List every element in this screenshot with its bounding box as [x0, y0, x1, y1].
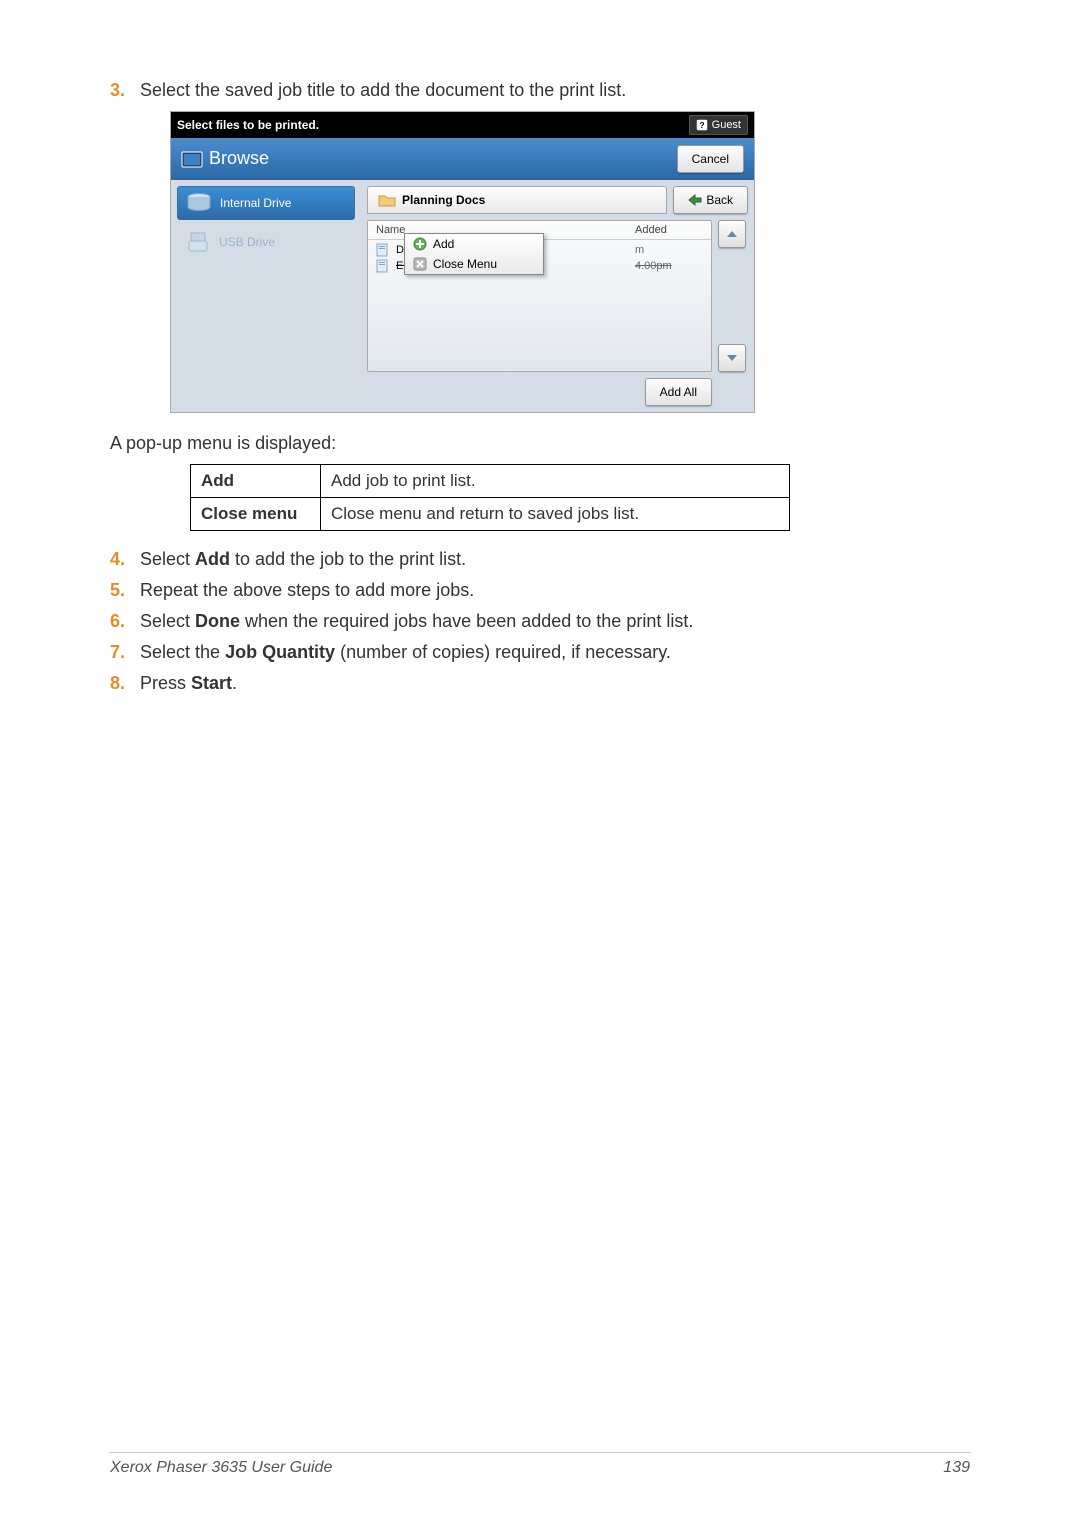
printer-browse-ui: Select files to be printed. ? Guest Brow… [170, 111, 755, 413]
step-number: 6. [110, 611, 140, 632]
step-number: 5. [110, 580, 140, 601]
step-8: 8. Press Start. [110, 673, 970, 694]
context-menu: Add Close Menu [404, 233, 544, 275]
current-folder-tab[interactable]: Planning Docs [367, 186, 667, 214]
document-icon [376, 243, 390, 257]
step-5: 5. Repeat the above steps to add more jo… [110, 580, 970, 601]
step-text: Press Start. [140, 673, 970, 694]
step-6: 6. Select Done when the required jobs ha… [110, 611, 970, 632]
table-row: Add Add job to print list. [191, 465, 790, 498]
step-number: 3. [110, 80, 140, 101]
browse-icon [181, 149, 203, 169]
step-text: Select the saved job title to add the do… [140, 80, 970, 101]
svg-text:?: ? [699, 121, 704, 130]
popup-add-key: Add [191, 465, 321, 498]
step-number: 4. [110, 549, 140, 570]
step-text: Select Add to add the job to the print l… [140, 549, 970, 570]
popup-desc-intro: A pop-up menu is displayed: [110, 433, 970, 454]
help-icon: ? [696, 119, 708, 131]
step-number: 8. [110, 673, 140, 694]
folder-icon [378, 193, 396, 207]
step-3: 3. Select the saved job title to add the… [110, 80, 970, 101]
footer-title: Xerox Phaser 3635 User Guide [110, 1459, 332, 1477]
ui-title-bar: Select files to be printed. ? Guest [171, 112, 754, 138]
popup-desc-table: Add Add job to print list. Close menu Cl… [190, 464, 790, 531]
drives-sidebar: Internal Drive USB Drive [171, 180, 361, 412]
add-all-button[interactable]: Add All [645, 378, 712, 406]
step-7: 7. Select the Job Quantity (number of co… [110, 642, 970, 663]
page-footer: Xerox Phaser 3635 User Guide 139 [110, 1452, 970, 1477]
back-button[interactable]: Back [673, 186, 748, 214]
drive-label: USB Drive [219, 235, 275, 249]
drive-label: Internal Drive [220, 196, 291, 210]
step-text: Repeat the above steps to add more jobs. [140, 580, 970, 601]
table-row: Close menu Close menu and return to save… [191, 498, 790, 531]
step-text: Select the Job Quantity (number of copie… [140, 642, 970, 663]
popup-add-val: Add job to print list. [321, 465, 790, 498]
drive-internal[interactable]: Internal Drive [177, 186, 355, 220]
guest-button[interactable]: ? Guest [689, 115, 748, 135]
col-added: Added [635, 224, 703, 236]
popup-close-val: Close menu and return to saved jobs list… [321, 498, 790, 531]
context-menu-add[interactable]: Add [405, 234, 543, 254]
chevron-up-icon [725, 229, 739, 239]
cancel-button[interactable]: Cancel [677, 145, 744, 173]
browse-toolbar: Browse Cancel [171, 138, 754, 180]
chevron-down-icon [725, 353, 739, 363]
ui-title: Select files to be printed. [177, 118, 319, 132]
drive-usb[interactable]: USB Drive [177, 226, 355, 258]
step-4: 4. Select Add to add the job to the prin… [110, 549, 970, 570]
step-text: Select Done when the required jobs have … [140, 611, 970, 632]
folder-name: Planning Docs [402, 193, 485, 207]
document-icon [376, 259, 390, 273]
guest-label: Guest [712, 119, 741, 131]
scroll-down-button[interactable] [718, 344, 746, 372]
file-list-area: Name Added Dis m [367, 220, 712, 372]
usb-drive-icon [185, 231, 211, 253]
add-icon [413, 237, 427, 251]
internal-drive-icon [186, 192, 212, 214]
context-menu-close[interactable]: Close Menu [405, 254, 543, 274]
step-number: 7. [110, 642, 140, 663]
browse-label: Browse [181, 148, 669, 169]
footer-page-number: 139 [943, 1459, 970, 1477]
close-icon [413, 257, 427, 271]
scroll-up-button[interactable] [718, 220, 746, 248]
popup-close-key: Close menu [191, 498, 321, 531]
back-arrow-icon [688, 194, 702, 206]
